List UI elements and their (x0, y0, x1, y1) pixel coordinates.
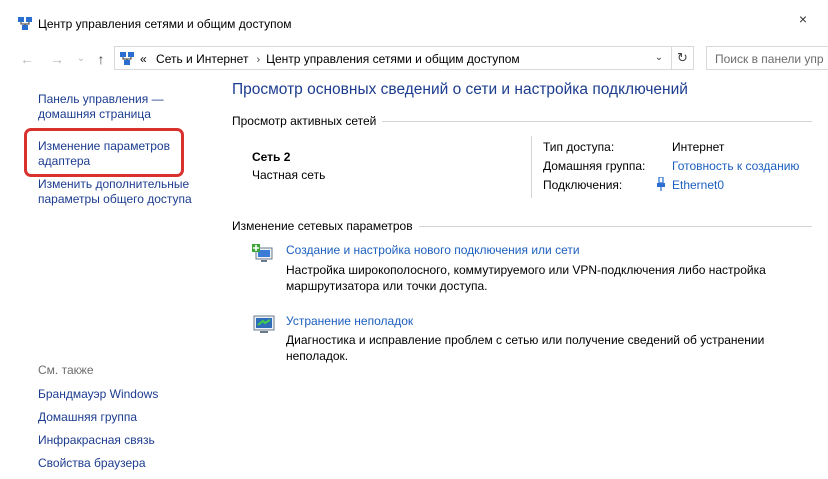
network-name: Сеть 2 (252, 150, 291, 164)
page-title: Просмотр основных сведений о сети и наст… (232, 81, 688, 98)
breadcrumb: « Сеть и Интернет › Центр управления сетям… (140, 52, 526, 66)
see-also-homegroup[interactable]: Домашняя группа (38, 410, 137, 424)
see-also-infrared[interactable]: Инфракрасная связь (38, 433, 155, 447)
troubleshoot-icon[interactable] (252, 312, 276, 336)
title-bar: Центр управления сетями и общим доступом… (0, 0, 828, 38)
search-input[interactable]: Поиск в панели упр (706, 46, 828, 70)
sidebar: Панель управления — домашняя страница Из… (0, 78, 215, 479)
breadcrumb-item-network-internet[interactable]: Сеть и Интернет (156, 52, 248, 66)
main-content: Просмотр основных сведений о сети и наст… (232, 78, 828, 479)
breadcrumb-item-network-center[interactable]: Центр управления сетями и общим доступом (266, 52, 520, 66)
see-also-browser-properties[interactable]: Свойства браузера (38, 456, 146, 470)
troubleshoot-description: Диагностика и исправление проблем с сеть… (286, 333, 765, 363)
navigation-bar: ← → ⌄ ↑ « Сеть и Интернет › Центр управлен… (0, 44, 828, 72)
new-connection-icon[interactable] (252, 242, 276, 266)
connections-label: Подключения: (543, 178, 623, 192)
chevron-down-icon[interactable]: ⌄ (651, 50, 667, 66)
back-arrow-icon[interactable]: ← (18, 50, 36, 68)
active-networks-heading: Просмотр активных сетей (232, 114, 383, 128)
sidebar-item-advanced-sharing[interactable]: Изменить дополнительные параметры общего… (38, 177, 208, 207)
up-arrow-icon[interactable]: ↑ (92, 50, 110, 68)
close-icon[interactable]: × (796, 12, 810, 26)
network-center-icon (18, 17, 32, 30)
see-also-firewall[interactable]: Брандмауэр Windows (38, 387, 158, 401)
sidebar-item-change-adapter[interactable]: Изменение параметров адаптера (38, 139, 188, 169)
access-type-label: Тип доступа: (543, 140, 615, 154)
network-category: Частная сеть (252, 168, 326, 182)
divider (531, 136, 532, 198)
recent-locations-icon[interactable]: ⌄ (72, 50, 90, 68)
ethernet-icon (657, 177, 665, 191)
address-bar[interactable]: « Сеть и Интернет › Центр управления сетям… (114, 46, 694, 70)
sidebar-item-home[interactable]: Панель управления — домашняя страница (38, 92, 198, 122)
new-connection-link[interactable]: Создание и настройка нового подключения … (286, 243, 580, 257)
troubleshoot-link[interactable]: Устранение неполадок (286, 314, 413, 328)
breadcrumb-overflow-icon[interactable]: « (140, 52, 147, 66)
new-connection-description: Настройка широкополосного, коммутируемог… (286, 263, 766, 293)
ethernet-connection-link[interactable]: Ethernet0 (672, 178, 724, 192)
homegroup-link[interactable]: Готовность к созданию (672, 159, 799, 173)
refresh-icon[interactable]: ↻ (671, 47, 693, 69)
access-type-value: Интернет (672, 140, 725, 154)
network-center-icon (120, 52, 134, 65)
chevron-right-icon[interactable]: › (256, 54, 260, 66)
homegroup-label: Домашняя группа: (543, 159, 646, 173)
window-title: Центр управления сетями и общим доступом (38, 17, 292, 31)
forward-arrow-icon[interactable]: → (48, 50, 66, 68)
change-settings-heading: Изменение сетевых параметров (232, 219, 419, 233)
see-also-heading: См. также (38, 363, 94, 377)
